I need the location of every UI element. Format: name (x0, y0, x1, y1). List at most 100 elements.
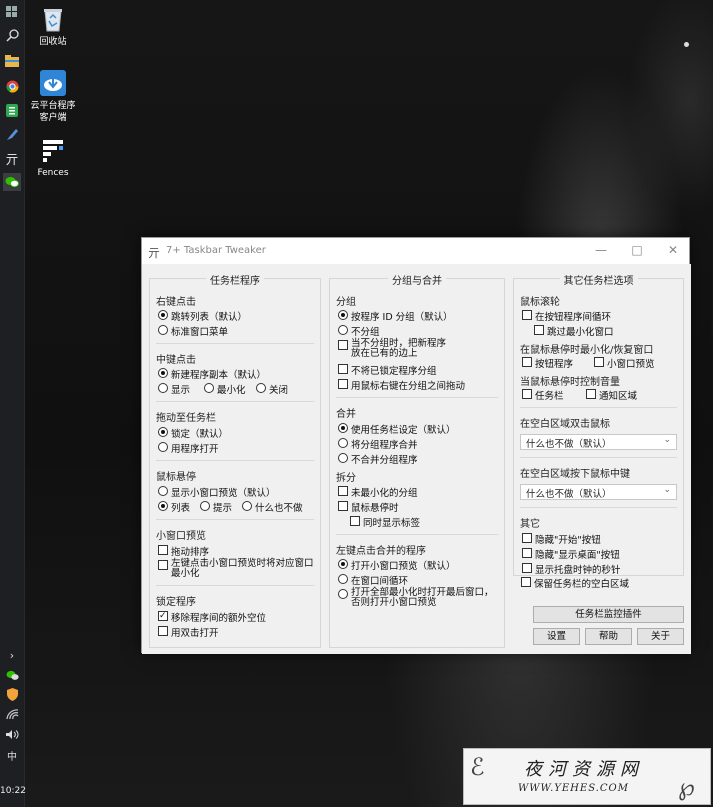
radio-indicator (256, 383, 266, 393)
check-wheel-min-buttons[interactable]: 按钮程序 (522, 356, 573, 370)
radio-right-click-window-menu[interactable]: 标准窗口菜单 (158, 324, 228, 338)
check-show-seconds[interactable]: 显示托盘时钟的秒针 (522, 562, 621, 576)
radio-right-click-jumplist[interactable]: 跳转列表（默认） (158, 309, 247, 323)
check-double-click-open[interactable]: 用双击打开 (158, 625, 219, 639)
radio-group-by-appid[interactable]: 按程序 ID 分组（默认） (338, 309, 453, 323)
search-icon[interactable] (3, 26, 21, 44)
wifi-icon[interactable] (3, 705, 21, 723)
ime-indicator[interactable]: 中 (3, 746, 21, 764)
radio-hover-list[interactable]: 列表 (158, 500, 190, 514)
wechat-icon[interactable] (3, 173, 21, 191)
app-icon: 亓 (148, 246, 161, 260)
settings-button[interactable]: 设置 (533, 628, 580, 645)
radio-combine-use-setting[interactable]: 使用任务栏设定（默认） (338, 422, 456, 436)
chrome-icon[interactable] (3, 77, 21, 95)
windows-logo-icon[interactable] (3, 3, 21, 21)
radio-indicator (158, 442, 168, 452)
minimize-button[interactable]: — (590, 242, 612, 258)
desktop-icon-cloud-client[interactable]: 云平台程序 客户端 (23, 70, 83, 124)
check-skip-minimized[interactable]: 跳过最小化窗口 (534, 324, 614, 338)
checkbox-indicator (338, 501, 348, 511)
check-remove-extra-gap[interactable]: 移除程序间的额外空位 (158, 610, 266, 624)
checkbox-indicator (338, 340, 348, 350)
inspector-button[interactable]: 任务栏监控插件 (533, 606, 684, 623)
chinese-app-icon[interactable]: 亓 (3, 149, 21, 168)
check-decombine-unminimized[interactable]: 未最小化的分组 (338, 485, 418, 499)
radio-middle-click-close[interactable]: 关闭 (256, 382, 288, 396)
empty-double-click-select[interactable]: 什么也不做（默认） ⌄ (520, 434, 677, 450)
checkbox-indicator (338, 379, 348, 389)
group-taskbar-items: 任务栏程序 右键点击 跳转列表（默认） 标准窗口菜单 中键点击 新建程序副本（默… (149, 276, 321, 648)
file-explorer-icon[interactable] (3, 52, 21, 70)
radio-open-thumbnail[interactable]: 打开小窗口预览（默认） (338, 558, 456, 572)
window-title: 7+ Taskbar Tweaker (166, 245, 266, 256)
radio-dont-combine-grouped[interactable]: 不合并分组程序 (338, 452, 418, 466)
radio-drag-pin[interactable]: 锁定（默认） (158, 426, 228, 440)
radio-combine-grouped[interactable]: 将分组程序合并 (338, 437, 418, 451)
check-volume-taskbar[interactable]: 任务栏 (522, 388, 564, 402)
check-thumbnail-minimize[interactable]: 左键点击小窗口预览时将对应窗口 最小化 (158, 559, 314, 579)
radio-middle-click-minimize[interactable]: 最小化 (204, 382, 246, 396)
desktop-icon-recycle-bin[interactable]: 回收站 (23, 6, 83, 48)
section-label-empty-middle-click: 在空白区域按下鼠标中键 (520, 469, 630, 480)
section-label-grouping: 分组 (336, 297, 356, 308)
site-watermark: ℰ ℘ 夜河资源网 WWW.YEHES.COM (463, 748, 711, 805)
radio-indicator (338, 589, 348, 599)
desktop-icon-fences[interactable]: Fences (23, 137, 83, 179)
close-button[interactable]: ✕ (662, 242, 684, 258)
check-wheel-min-thumbnail[interactable]: 小窗口预览 (594, 356, 655, 370)
radio-no-grouping[interactable]: 不分组 (338, 324, 380, 338)
radio-open-last-window[interactable]: 打开全部最小化时打开最后窗口， 否则打开小窗口预览 (338, 588, 494, 608)
radio-indicator (338, 453, 348, 463)
about-button[interactable]: 关于 (637, 628, 684, 645)
radio-indicator (338, 325, 348, 335)
radio-indicator (338, 310, 348, 320)
radio-cycle-windows[interactable]: 在窗口间循环 (338, 573, 408, 587)
section-label-left-click-combined: 左键点击合并的程序 (336, 546, 426, 557)
divider (520, 507, 677, 508)
radio-indicator (158, 501, 168, 511)
empty-middle-click-select[interactable]: 什么也不做（默认） ⌄ (520, 484, 677, 500)
chevron-down-icon: ⌄ (663, 435, 671, 445)
section-label-drag-to-taskbar: 拖动至任务栏 (156, 413, 216, 424)
volume-icon[interactable] (3, 725, 21, 743)
check-dont-group-pinned[interactable]: 不将已锁定程序分组 (338, 363, 437, 377)
check-right-drag-between-groups[interactable]: 用鼠标右键在分组之间拖动 (338, 378, 465, 392)
check-place-new-beside[interactable]: 当不分组时，把新程序 放在已有的边上 (338, 339, 446, 359)
group-title: 其它任务栏选项 (559, 276, 638, 287)
radio-hover-thumbnail[interactable]: 显示小窗口预览（默认） (158, 485, 276, 499)
help-button[interactable]: 帮助 (585, 628, 632, 645)
radio-drag-open-with[interactable]: 用程序打开 (158, 441, 219, 455)
shield-tray-icon[interactable] (3, 685, 21, 703)
pen-icon[interactable] (3, 125, 21, 143)
check-thumbnail-drag-sort[interactable]: 拖动排序 (158, 544, 209, 558)
group-title: 任务栏程序 (206, 276, 264, 287)
radio-middle-click-new-instance[interactable]: 新建程序副本（默认） (158, 367, 266, 381)
taskbar-clock[interactable]: 10:22 (0, 786, 26, 796)
check-decombine-hover[interactable]: 鼠标悬停时 (338, 500, 399, 514)
wallpaper-sparkle (684, 42, 689, 47)
section-label-hover: 鼠标悬停 (156, 472, 196, 483)
check-keep-empty-space[interactable]: 保留任务栏的空白区域 (521, 576, 629, 590)
chevron-down-icon: ⌄ (663, 485, 671, 495)
chevron-right-icon[interactable]: › (3, 646, 21, 664)
wechat-tray-icon[interactable] (3, 666, 21, 684)
section-label-combining: 合并 (336, 409, 356, 420)
check-wheel-cycle[interactable]: 在按钮程序间循环 (522, 309, 611, 323)
check-hide-show-desktop[interactable]: 隐藏"显示桌面"按钮 (522, 547, 620, 561)
checkbox-indicator (586, 389, 596, 399)
section-label-pinned: 锁定程序 (156, 597, 196, 608)
radio-middle-click-show[interactable]: 显示 (158, 382, 190, 396)
check-volume-notification[interactable]: 通知区域 (586, 388, 637, 402)
checkbox-indicator (522, 310, 532, 320)
maximize-button[interactable]: □ (626, 242, 648, 258)
checkbox-indicator (522, 533, 532, 543)
radio-indicator (242, 501, 252, 511)
check-show-labels[interactable]: 同时显示标签 (350, 515, 420, 529)
divider (156, 401, 314, 402)
window-titlebar[interactable]: 亓 7+ Taskbar Tweaker — □ ✕ (142, 238, 689, 264)
radio-hover-tooltip[interactable]: 提示 (200, 500, 232, 514)
green-app-icon[interactable] (3, 101, 21, 119)
radio-hover-nothing[interactable]: 什么也不做 (242, 500, 303, 514)
check-hide-start-button[interactable]: 隐藏"开始"按钮 (522, 532, 601, 546)
